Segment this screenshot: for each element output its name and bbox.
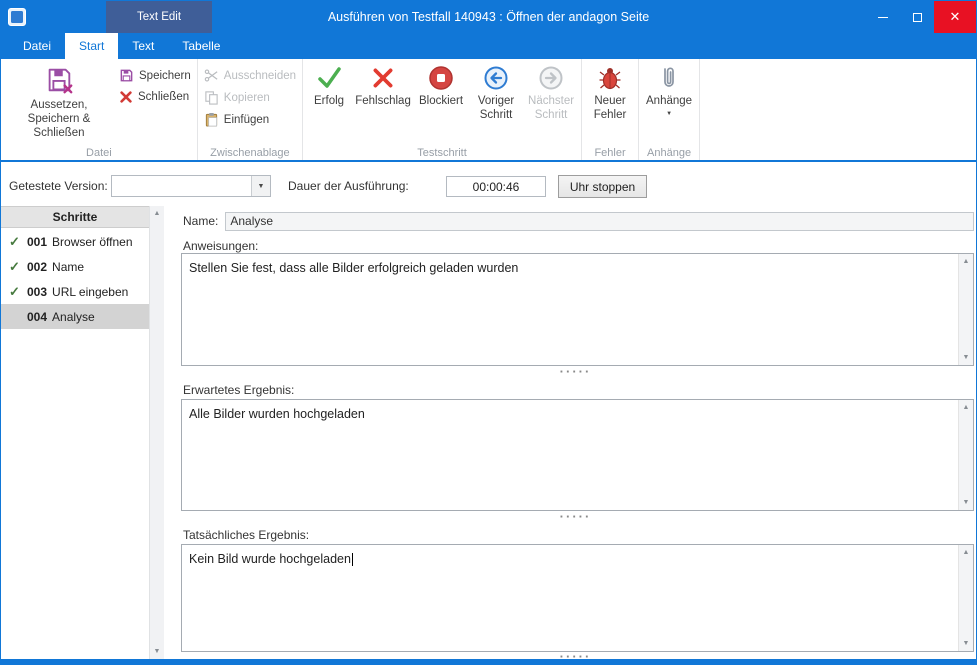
steps-panel: Schritte ✓ 001 Browser öffnen ✓ 002 Name… xyxy=(1,206,164,659)
step-item-002[interactable]: ✓ 002 Name xyxy=(1,254,149,279)
tatsaechliches-ergebnis-textarea[interactable]: Kein Bild wurde hochgeladen ▲ ▼ xyxy=(181,544,974,652)
blockiert-button[interactable]: Blockiert xyxy=(413,62,469,144)
copy-icon xyxy=(204,90,219,105)
scroll-up-icon[interactable]: ▲ xyxy=(959,400,973,415)
close-red-x-icon xyxy=(119,90,133,104)
ribbon-group-datei: Aussetzen, Speichern & Schließen Speiche… xyxy=(1,59,198,160)
anhaenge-dropdown-icon: ▼ xyxy=(666,111,672,117)
tatsaechliches-ergebnis-label: Tatsächliches Ergebnis: xyxy=(183,528,309,542)
scroll-down-icon[interactable]: ▼ xyxy=(959,636,973,651)
chevron-down-icon: ▼ xyxy=(258,183,265,190)
erwartetes-scrollbar[interactable]: ▲ ▼ xyxy=(958,400,973,510)
paste-clipboard-icon xyxy=(204,112,219,127)
name-label: Name: xyxy=(181,214,218,228)
ribbon: Aussetzen, Speichern & Schließen Speiche… xyxy=(1,59,976,162)
step-item-001[interactable]: ✓ 001 Browser öffnen xyxy=(1,229,149,254)
erwartetes-ergebnis-label: Erwartetes Ergebnis: xyxy=(183,383,294,397)
parameter-row: Getestete Version: ▼ Dauer der Ausführun… xyxy=(1,164,976,206)
naechster-schritt-button[interactable]: Nächster Schritt xyxy=(523,62,579,144)
group-caption-datei: Datei xyxy=(1,147,197,159)
einfuegen-button[interactable]: Einfügen xyxy=(200,110,300,129)
getestete-version-value[interactable] xyxy=(112,176,251,196)
neuer-fehler-button[interactable]: Neuer Fehler xyxy=(584,62,636,144)
bug-icon xyxy=(597,65,623,91)
erwartetes-ergebnis-textarea[interactable]: Alle Bilder wurden hochgeladen ▲ ▼ xyxy=(181,399,974,511)
anhaenge-button[interactable]: Anhänge ▼ xyxy=(641,62,697,144)
steps-scrollbar[interactable]: ▲ ▼ xyxy=(149,206,164,659)
kopieren-button[interactable]: Kopieren xyxy=(200,88,300,107)
blocked-stop-icon xyxy=(428,65,454,91)
aussetzen-speichern-schliessen-button[interactable]: Aussetzen, Speichern & Schließen xyxy=(3,62,115,144)
step-done-check-icon: ✓ xyxy=(9,234,22,250)
ausschneiden-button[interactable]: Ausschneiden xyxy=(200,66,300,85)
bottom-accent-strip xyxy=(1,659,976,664)
scroll-down-icon[interactable]: ▼ xyxy=(959,495,973,510)
scroll-down-icon[interactable]: ▼ xyxy=(959,350,973,365)
group-caption-testschritt: Testschritt xyxy=(303,147,581,159)
ribbon-group-anhaenge: Anhänge ▼ Anhänge xyxy=(639,59,700,160)
minimize-button[interactable] xyxy=(866,1,900,33)
group-caption-anhaenge: Anhänge xyxy=(639,147,699,159)
maximize-icon xyxy=(913,13,922,22)
step-detail-form: Name: Analyse Anweisungen: Stellen Sie f… xyxy=(177,206,974,659)
name-field[interactable]: Analyse xyxy=(225,212,974,231)
app-window: Text Edit Ausführen von Testfall 140943 … xyxy=(0,0,977,665)
maximize-button[interactable] xyxy=(900,1,934,33)
minimize-icon xyxy=(878,17,888,18)
paperclip-icon xyxy=(656,65,682,91)
app-icon xyxy=(8,8,26,26)
name-row: Name: Analyse xyxy=(181,211,974,231)
window-controls: ✕ xyxy=(866,1,976,33)
erfolg-button[interactable]: Erfolg xyxy=(305,62,353,144)
tab-start[interactable]: Start xyxy=(65,33,118,59)
tab-text[interactable]: Text xyxy=(118,33,168,59)
save-suspend-icon xyxy=(44,65,74,95)
getestete-version-label: Getestete Version: xyxy=(9,179,108,193)
anweisungen-textarea[interactable]: Stellen Sie fest, dass alle Bilder erfol… xyxy=(181,253,974,366)
fehlschlag-button[interactable]: Fehlschlag xyxy=(353,62,413,144)
group-caption-zwischenablage: Zwischenablage xyxy=(198,147,302,159)
group-caption-fehler: Fehler xyxy=(582,147,638,159)
ribbon-group-testschritt: Erfolg Fehlschlag Blockiert xyxy=(303,59,582,160)
voriger-schritt-button[interactable]: Voriger Schritt xyxy=(469,62,523,144)
ribbon-tabrow: Datei Start Text Tabelle xyxy=(1,33,976,59)
success-check-icon xyxy=(316,65,342,91)
anweisungen-scrollbar[interactable]: ▲ ▼ xyxy=(958,254,973,365)
splitter-handle[interactable]: ····· xyxy=(177,514,974,522)
next-step-icon xyxy=(538,65,564,91)
tab-datei[interactable]: Datei xyxy=(9,33,65,59)
close-icon: ✕ xyxy=(950,9,961,25)
steps-panel-header: Schritte xyxy=(1,206,149,228)
titlebar: Text Edit Ausführen von Testfall 140943 … xyxy=(1,1,976,33)
steps-list: ✓ 001 Browser öffnen ✓ 002 Name ✓ 003 UR… xyxy=(1,229,149,329)
ribbon-group-fehler: Neuer Fehler Fehler xyxy=(582,59,639,160)
contextual-tab-group-label: Text Edit xyxy=(106,1,212,33)
splitter-handle[interactable]: ····· xyxy=(177,369,974,377)
scroll-up-icon[interactable]: ▲ xyxy=(150,206,164,221)
step-done-check-icon: ✓ xyxy=(9,284,22,300)
tab-tabelle[interactable]: Tabelle xyxy=(168,33,234,59)
dauer-input[interactable] xyxy=(446,176,546,197)
step-done-check-icon: ✓ xyxy=(9,259,22,275)
ribbon-group-zwischenablage: Ausschneiden Kopieren xyxy=(198,59,303,160)
step-item-004-selected[interactable]: 004 Analyse xyxy=(1,304,149,329)
step-item-003[interactable]: ✓ 003 URL eingeben xyxy=(1,279,149,304)
scissors-icon xyxy=(204,68,219,83)
fail-x-icon xyxy=(370,65,396,91)
speichern-button[interactable]: Speichern xyxy=(115,66,195,85)
schliessen-button[interactable]: Schließen xyxy=(115,88,195,106)
scroll-up-icon[interactable]: ▲ xyxy=(959,545,973,560)
combobox-dropdown-button[interactable]: ▼ xyxy=(251,176,270,196)
tatsaechliches-scrollbar[interactable]: ▲ ▼ xyxy=(958,545,973,651)
text-cursor xyxy=(352,553,353,566)
scroll-up-icon[interactable]: ▲ xyxy=(959,254,973,269)
dauer-label: Dauer der Ausführung: xyxy=(288,179,409,193)
getestete-version-combobox[interactable]: ▼ xyxy=(111,175,271,197)
save-icon xyxy=(119,68,134,83)
scroll-down-icon[interactable]: ▼ xyxy=(150,644,164,659)
close-button[interactable]: ✕ xyxy=(934,1,976,33)
previous-step-icon xyxy=(483,65,509,91)
uhr-stoppen-button[interactable]: Uhr stoppen xyxy=(558,175,647,198)
anweisungen-label: Anweisungen: xyxy=(183,239,258,253)
